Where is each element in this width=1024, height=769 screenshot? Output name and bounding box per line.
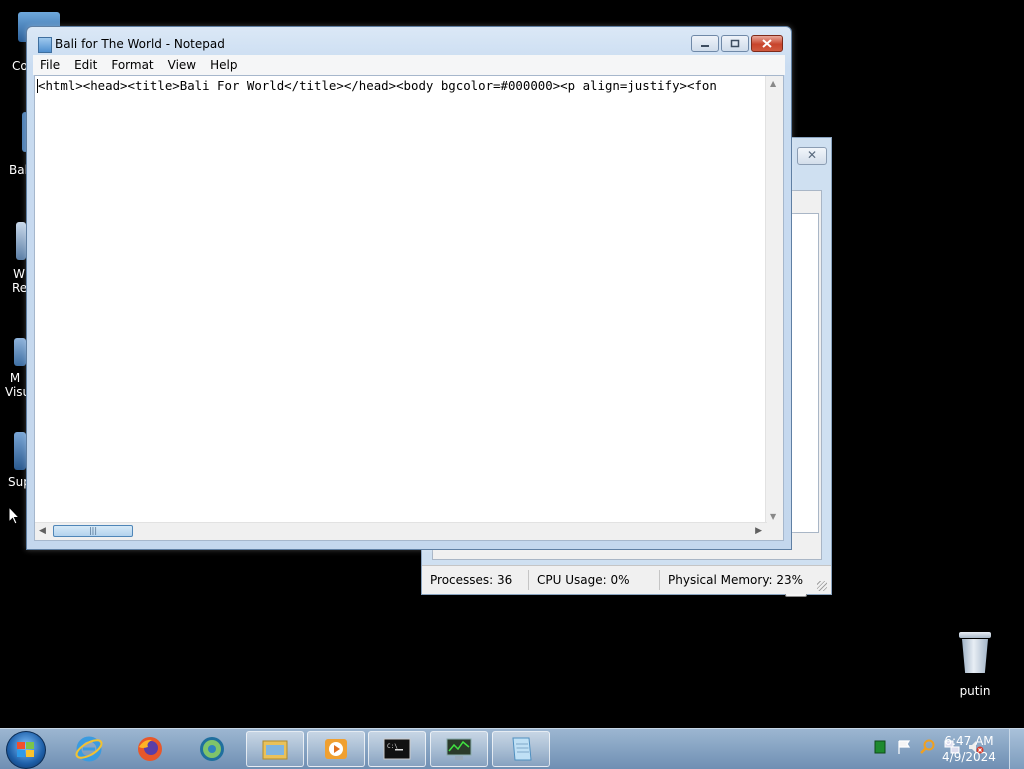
editor-content[interactable]: <html><head><title>Bali For World</title… — [38, 78, 717, 93]
notepad-icon — [38, 37, 52, 53]
mouse-cursor-icon — [8, 506, 20, 525]
task-manager-close-button[interactable]: ✕ — [797, 147, 827, 165]
action-center-flag-icon[interactable] — [896, 739, 912, 755]
windows-explorer-icon — [262, 740, 288, 760]
menu-view[interactable]: View — [161, 58, 203, 72]
menu-file[interactable]: File — [33, 58, 67, 72]
svg-text:C:\: C:\ — [387, 743, 398, 750]
system-clock[interactable]: 6:47 AM 4/9/2024 — [942, 733, 996, 765]
task-manager-status-bar: Processes: 36 CPU Usage: 0% Physical Mem… — [422, 565, 831, 594]
internet-explorer-icon — [75, 736, 103, 762]
processes-count: Processes: 36 — [422, 570, 529, 590]
taskbar-command-prompt[interactable]: C:\ — [368, 731, 426, 767]
taskbar-task-manager[interactable] — [430, 731, 488, 767]
maximize-button[interactable] — [721, 35, 749, 52]
close-icon — [762, 39, 772, 48]
taskbar-media-player[interactable] — [307, 731, 365, 767]
menu-bar: File Edit Format View Help — [33, 55, 785, 75]
recycle-bin[interactable]: putin — [948, 632, 1002, 698]
taskbar-browser[interactable] — [183, 731, 241, 767]
scroll-up-icon[interactable]: ▲ — [770, 79, 776, 88]
physical-memory: Physical Memory: 23% — [668, 573, 804, 587]
close-button[interactable] — [751, 35, 783, 52]
notepad-icon — [512, 737, 532, 761]
minimize-button[interactable] — [691, 35, 719, 52]
horizontal-scrollbar[interactable]: ◀ ||| ▶ — [35, 522, 767, 540]
browser-globe-icon — [200, 737, 224, 761]
cpu-usage: CPU Usage: 0% — [529, 570, 660, 590]
vertical-scrollbar[interactable]: ▲ ▼ — [765, 76, 783, 524]
notepad-window[interactable]: Bali for The World - Notepad File Edit F… — [26, 26, 792, 550]
taskbar-firefox[interactable] — [121, 731, 179, 767]
command-prompt-icon: C:\ — [383, 738, 411, 760]
desktop-icon-label: M Visu — [5, 371, 31, 399]
taskbar-notepad[interactable] — [492, 731, 550, 767]
media-player-icon — [325, 739, 347, 759]
recycle-bin-icon — [959, 632, 991, 674]
taskbar-windows-explorer[interactable] — [246, 731, 304, 767]
minimize-icon — [701, 44, 709, 47]
desktop-icon-label: W Re — [12, 267, 28, 295]
resize-grip[interactable] — [817, 581, 827, 591]
horizontal-scroll-thumb[interactable]: ||| — [53, 525, 133, 537]
restore-icon — [730, 39, 740, 48]
scroll-left-icon[interactable]: ◀ — [39, 526, 46, 536]
text-editor[interactable]: <html><head><title>Bali For World</title… — [34, 75, 784, 541]
task-manager-icon — [446, 738, 472, 760]
taskbar: C:\ 6:47 AM 4/9/2024 — [0, 728, 1024, 769]
start-button[interactable] — [6, 731, 46, 769]
clock-date: 4/9/2024 — [942, 750, 996, 764]
text-caret — [37, 79, 38, 93]
recycle-bin-label: putin — [959, 684, 991, 698]
show-desktop-button[interactable] — [1009, 729, 1024, 769]
green-status-icon[interactable] — [872, 739, 888, 755]
size-grip — [766, 523, 783, 540]
scroll-down-icon[interactable]: ▼ — [770, 512, 776, 521]
taskbar-internet-explorer[interactable] — [60, 731, 118, 767]
firefox-icon — [138, 737, 162, 761]
menu-format[interactable]: Format — [104, 58, 160, 72]
program-icon[interactable] — [16, 222, 26, 260]
clock-time: 6:47 AM — [944, 734, 994, 748]
window-title: Bali for The World - Notepad — [55, 37, 225, 51]
menu-help[interactable]: Help — [203, 58, 244, 72]
visual-studio-icon[interactable] — [14, 338, 26, 366]
search-icon[interactable] — [920, 739, 936, 755]
support-icon[interactable] — [14, 432, 26, 470]
scroll-right-icon[interactable]: ▶ — [755, 526, 762, 536]
menu-edit[interactable]: Edit — [67, 58, 104, 72]
windows-logo-icon — [17, 742, 35, 758]
